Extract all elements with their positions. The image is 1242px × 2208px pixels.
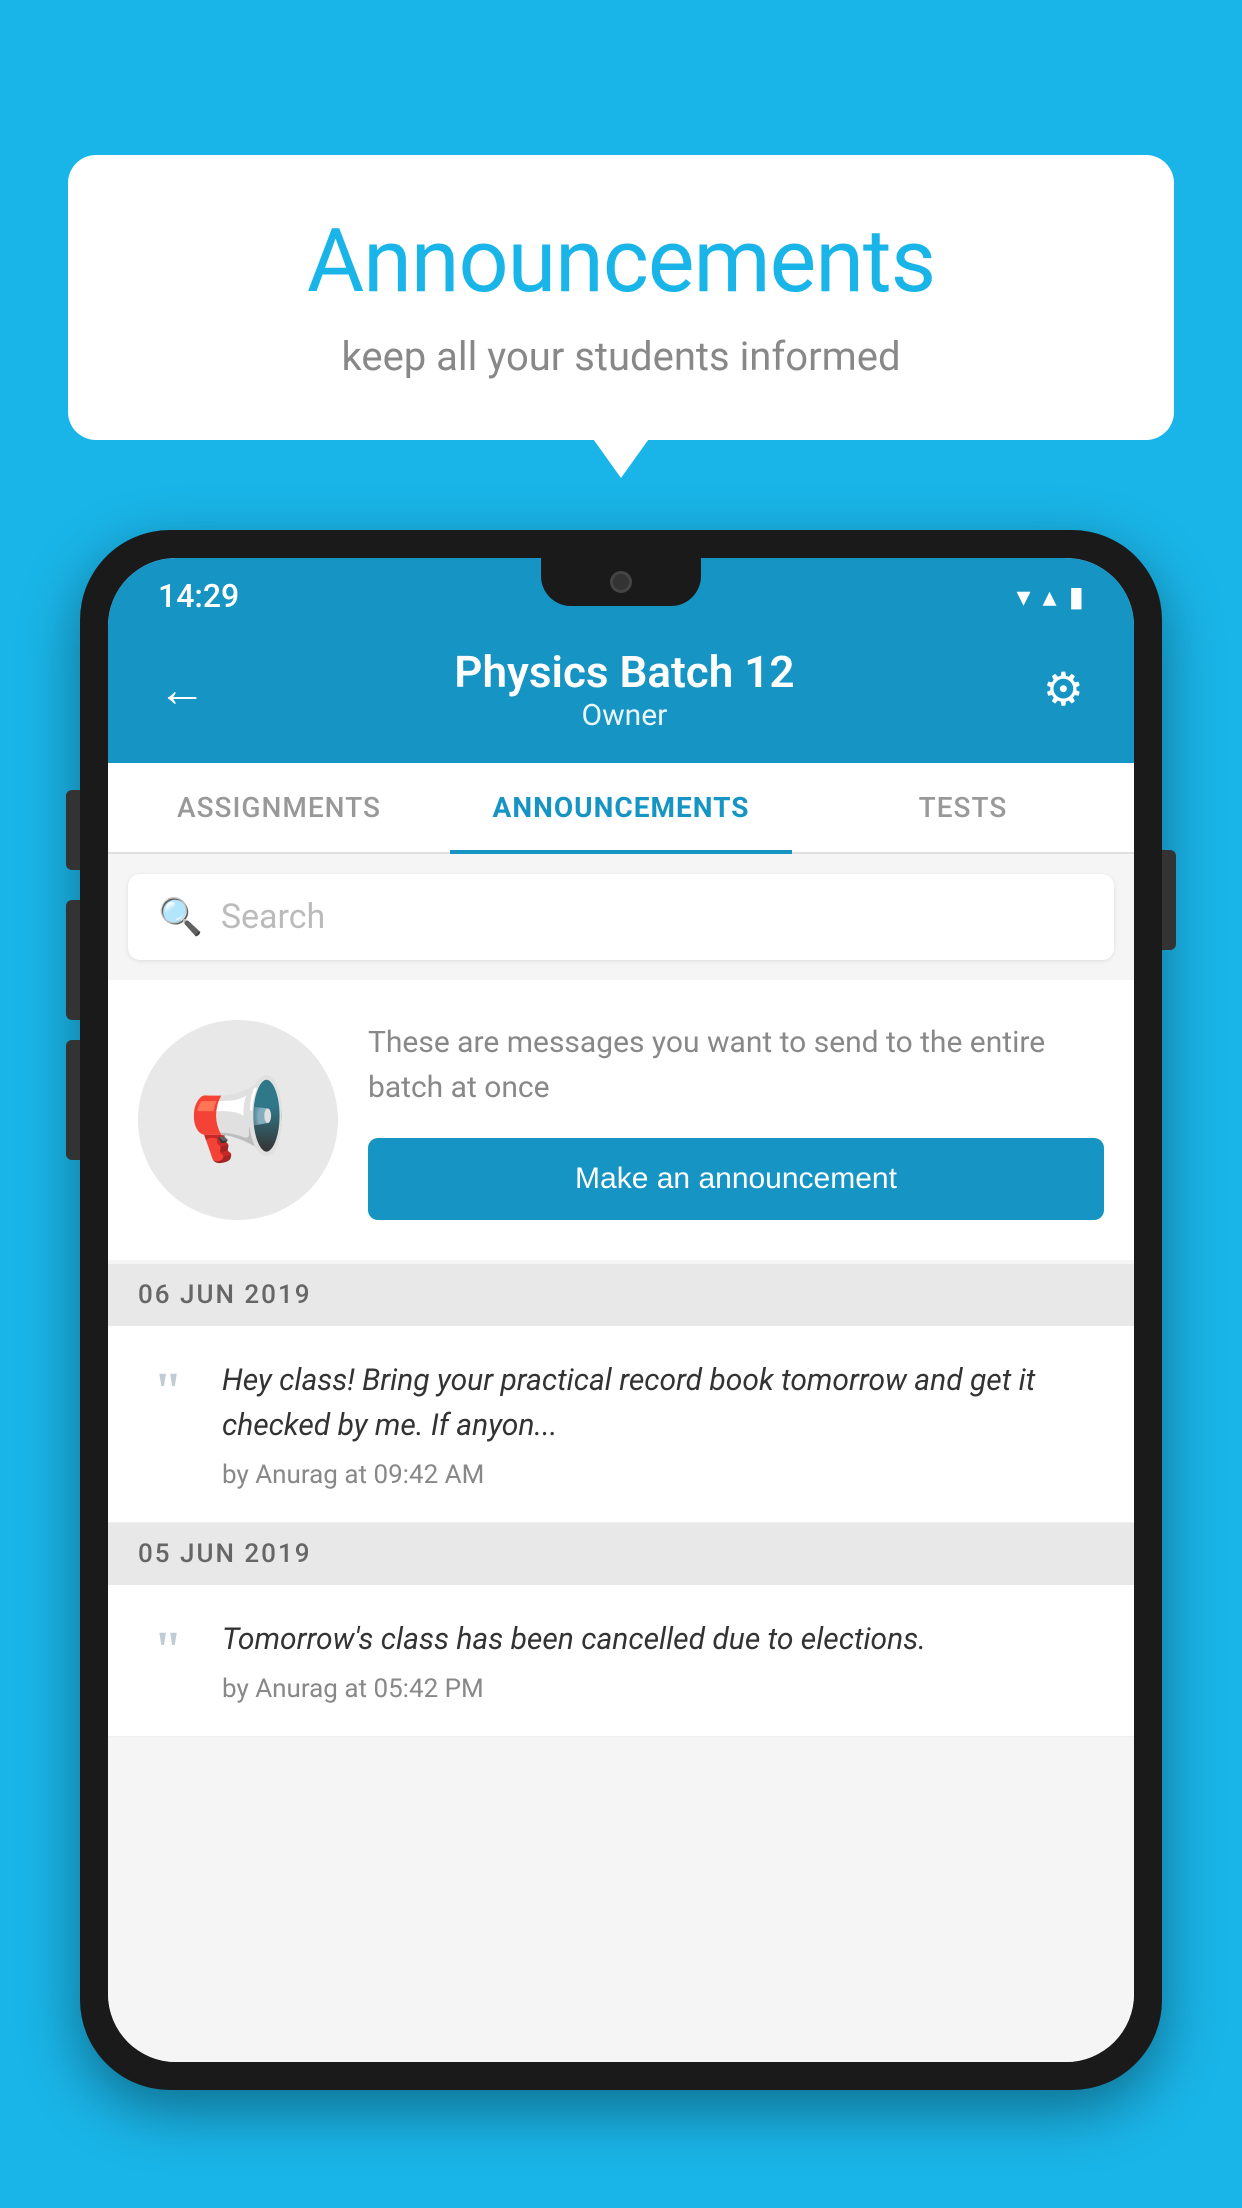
announcement-meta-2: by Anurag at 05:42 PM xyxy=(222,1674,1104,1704)
announcement-meta-1: by Anurag at 09:42 AM xyxy=(222,1460,1104,1490)
announcement-icon-circle: 📢 xyxy=(138,1020,338,1220)
announcement-text-1: Hey class! Bring your practical record b… xyxy=(222,1358,1104,1490)
speech-bubble: Announcements keep all your students inf… xyxy=(68,155,1174,440)
announcement-message-2: Tomorrow's class has been cancelled due … xyxy=(222,1617,1104,1662)
volume-down-button xyxy=(66,1040,80,1160)
announcement-message-1: Hey class! Bring your practical record b… xyxy=(222,1358,1104,1448)
back-button[interactable]: ← xyxy=(158,661,206,718)
tabs-container: ASSIGNMENTS ANNOUNCEMENTS TESTS xyxy=(108,763,1134,854)
search-placeholder: Search xyxy=(221,897,325,937)
battery-icon: ▮ xyxy=(1069,580,1084,613)
search-bar[interactable]: 🔍 Search xyxy=(128,874,1114,960)
announcement-item-1[interactable]: " Hey class! Bring your practical record… xyxy=(108,1326,1134,1523)
phone-mockup: 14:29 ▾ ▴ ▮ ← Physics Batch 12 Owner ⚙ xyxy=(80,530,1162,2208)
date-divider-2: 05 JUN 2019 xyxy=(108,1523,1134,1585)
announcement-text-2: Tomorrow's class has been cancelled due … xyxy=(222,1617,1104,1704)
tab-tests[interactable]: TESTS xyxy=(792,763,1134,852)
status-time: 14:29 xyxy=(158,577,239,615)
phone-screen: 14:29 ▾ ▴ ▮ ← Physics Batch 12 Owner ⚙ xyxy=(108,558,1134,2062)
batch-title: Physics Batch 12 xyxy=(454,646,794,698)
settings-button[interactable]: ⚙ xyxy=(1043,662,1084,717)
volume-silent-button xyxy=(66,790,80,870)
speech-bubble-container: Announcements keep all your students inf… xyxy=(68,155,1174,440)
empty-state: 📢 These are messages you want to send to… xyxy=(108,980,1134,1260)
tab-announcements[interactable]: ANNOUNCEMENTS xyxy=(450,763,792,852)
phone-outer: 14:29 ▾ ▴ ▮ ← Physics Batch 12 Owner ⚙ xyxy=(80,530,1162,2090)
megaphone-icon: 📢 xyxy=(188,1073,288,1167)
tab-assignments[interactable]: ASSIGNMENTS xyxy=(108,763,450,852)
quote-icon-1: " xyxy=(138,1366,198,1418)
search-icon: 🔍 xyxy=(158,896,203,938)
date-divider-1: 06 JUN 2019 xyxy=(108,1264,1134,1326)
front-camera xyxy=(610,571,632,593)
header-center: Physics Batch 12 Owner xyxy=(454,646,794,733)
volume-up-button xyxy=(66,900,80,1020)
phone-notch xyxy=(541,558,701,606)
bubble-title: Announcements xyxy=(138,210,1104,313)
make-announcement-button[interactable]: Make an announcement xyxy=(368,1138,1104,1220)
quote-icon-2: " xyxy=(138,1625,198,1677)
empty-state-description: These are messages you want to send to t… xyxy=(368,1020,1104,1110)
bubble-subtitle: keep all your students informed xyxy=(138,333,1104,380)
signal-icon: ▴ xyxy=(1043,580,1057,613)
announcement-item-2[interactable]: " Tomorrow's class has been cancelled du… xyxy=(108,1585,1134,1737)
status-icons: ▾ ▴ ▮ xyxy=(1016,580,1084,613)
content-area: 🔍 Search 📢 These are messages you want t… xyxy=(108,854,1134,2062)
app-header: ← Physics Batch 12 Owner ⚙ xyxy=(108,626,1134,763)
user-role: Owner xyxy=(454,698,794,733)
empty-state-content: These are messages you want to send to t… xyxy=(368,1020,1104,1220)
power-button xyxy=(1162,850,1176,950)
wifi-icon: ▾ xyxy=(1016,580,1030,613)
